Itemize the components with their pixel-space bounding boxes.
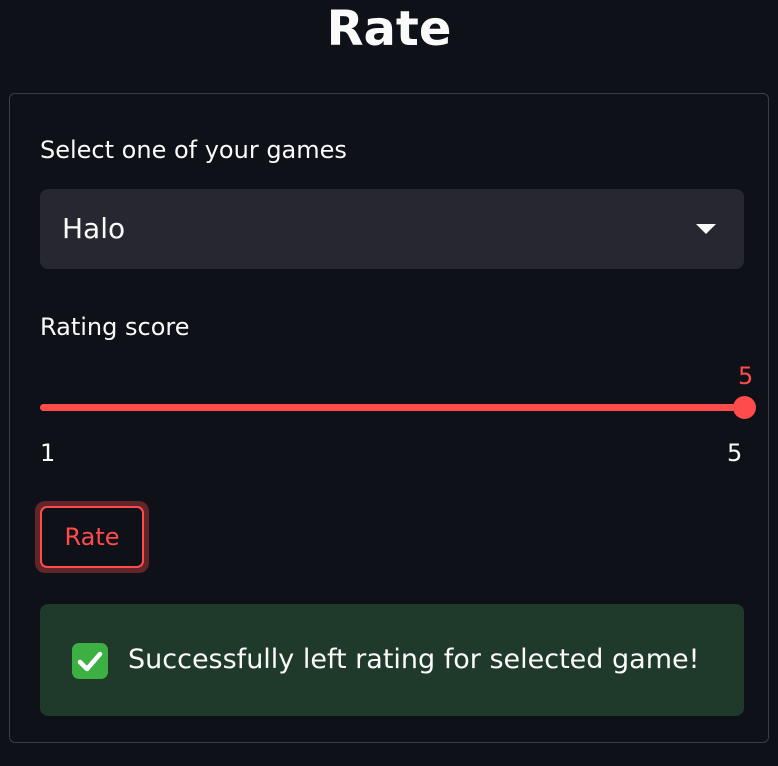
rating-slider-current-value: 5 [738,362,754,390]
game-select[interactable]: Halo [40,189,744,269]
rating-slider[interactable] [40,396,756,419]
page-title: Rate [326,1,452,57]
success-alert-message: Successfully left rating for selected ga… [128,644,700,675]
rate-button-label: Rate [40,506,144,568]
page: Rate Select one of your games Halo Ratin… [0,0,778,766]
success-alert: Successfully left rating for selected ga… [40,604,744,716]
game-select-value: Halo [62,212,126,245]
rating-slider-max-label: 5 [727,439,743,467]
rate-button[interactable]: Rate [35,501,149,573]
check-mark-icon [72,643,108,679]
rating-form: Select one of your games Halo Rating sco… [9,93,769,743]
game-select-label: Select one of your games [40,136,347,164]
rating-slider-label: Rating score [40,313,190,341]
rating-slider-min-label: 1 [40,439,56,467]
rating-slider-thumb[interactable] [733,396,756,419]
rating-slider-fill [40,404,744,411]
chevron-down-icon [696,224,716,234]
